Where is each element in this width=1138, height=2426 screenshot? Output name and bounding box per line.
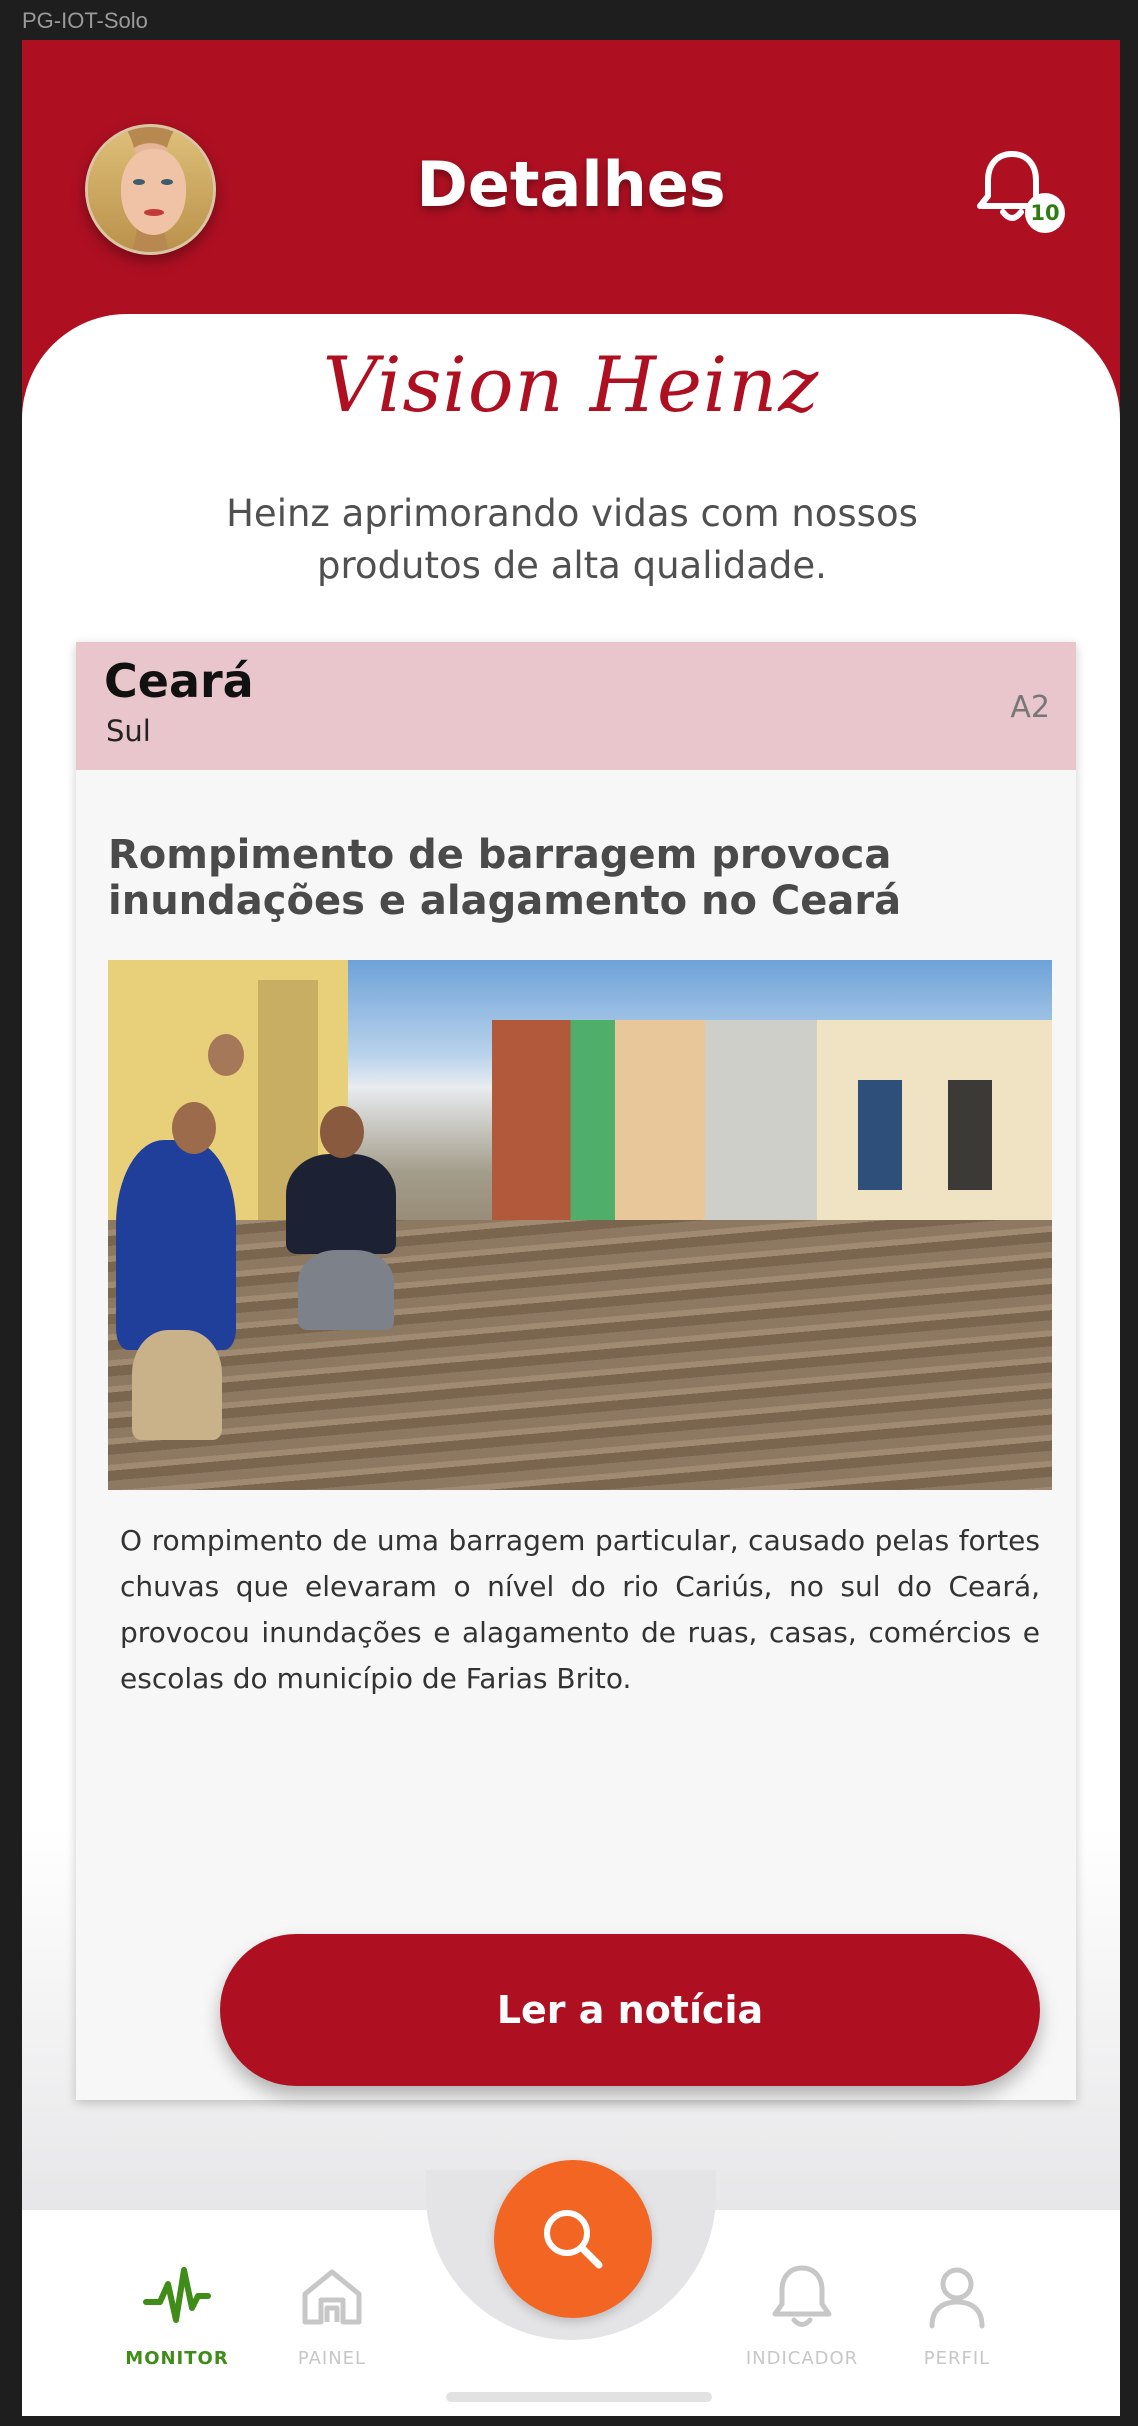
photo-person-head bbox=[172, 1102, 216, 1154]
phone-screen: Detalhes 10 Vision Heinz Heinz aprimoran… bbox=[22, 40, 1120, 2416]
notification-count-badge: 10 bbox=[1025, 193, 1065, 233]
state-name: Ceará bbox=[104, 654, 254, 708]
tab-monitor[interactable]: MONITOR bbox=[102, 2262, 252, 2382]
avatar-eye bbox=[133, 179, 145, 185]
brand-logo: Vision Heinz bbox=[322, 340, 820, 429]
read-news-button[interactable]: Ler a notícia bbox=[220, 1934, 1040, 2086]
photo-person-head bbox=[320, 1106, 364, 1158]
photo-person bbox=[132, 1330, 222, 1440]
tab-label: INDICADOR bbox=[745, 2348, 859, 2369]
tab-label: PAINEL bbox=[297, 2348, 367, 2369]
home-icon bbox=[302, 2269, 362, 2325]
page-title: Detalhes bbox=[416, 148, 726, 221]
tab-indicador[interactable]: INDICADOR bbox=[727, 2262, 877, 2382]
news-body: O rompimento de uma barragem particular,… bbox=[120, 1524, 1040, 1695]
photo-person bbox=[298, 1250, 394, 1330]
tab-perfil[interactable]: PERFIL bbox=[882, 2262, 1032, 2382]
home-indicator[interactable] bbox=[446, 2392, 712, 2402]
avatar-lip bbox=[144, 209, 164, 216]
tab-painel[interactable]: PAINEL bbox=[257, 2262, 407, 2382]
bell-icon bbox=[772, 2265, 832, 2327]
photo-person-head bbox=[208, 1034, 244, 1076]
news-card: Ceará Sul A2 Rompimento de barragem prov… bbox=[76, 642, 1076, 2100]
card-header: Ceará Sul A2 bbox=[76, 642, 1076, 770]
avatar-face bbox=[121, 149, 186, 235]
photo-person bbox=[116, 1140, 236, 1350]
search-icon bbox=[544, 2210, 603, 2269]
frame-label: PG-IOT-Solo bbox=[22, 8, 148, 33]
region-name: Sul bbox=[106, 714, 151, 748]
user-icon bbox=[929, 2267, 985, 2329]
region-code: A2 bbox=[1010, 690, 1050, 725]
news-photo bbox=[108, 960, 1052, 1490]
news-headline: Rompimento de barragem provoca inundaçõe… bbox=[108, 832, 902, 924]
tab-label: PERFIL bbox=[923, 2348, 991, 2369]
tagline: Heinz aprimorando vidas com nossos produ… bbox=[226, 492, 918, 587]
photo-person bbox=[286, 1154, 396, 1254]
photo-door bbox=[948, 1080, 992, 1190]
pulse-icon bbox=[143, 2267, 211, 2323]
photo-flood-water bbox=[108, 1220, 1052, 1490]
search-fab-button[interactable] bbox=[494, 2160, 652, 2318]
avatar-eye bbox=[161, 179, 173, 185]
tab-label: MONITOR bbox=[125, 2348, 229, 2369]
photo-door bbox=[858, 1080, 902, 1190]
